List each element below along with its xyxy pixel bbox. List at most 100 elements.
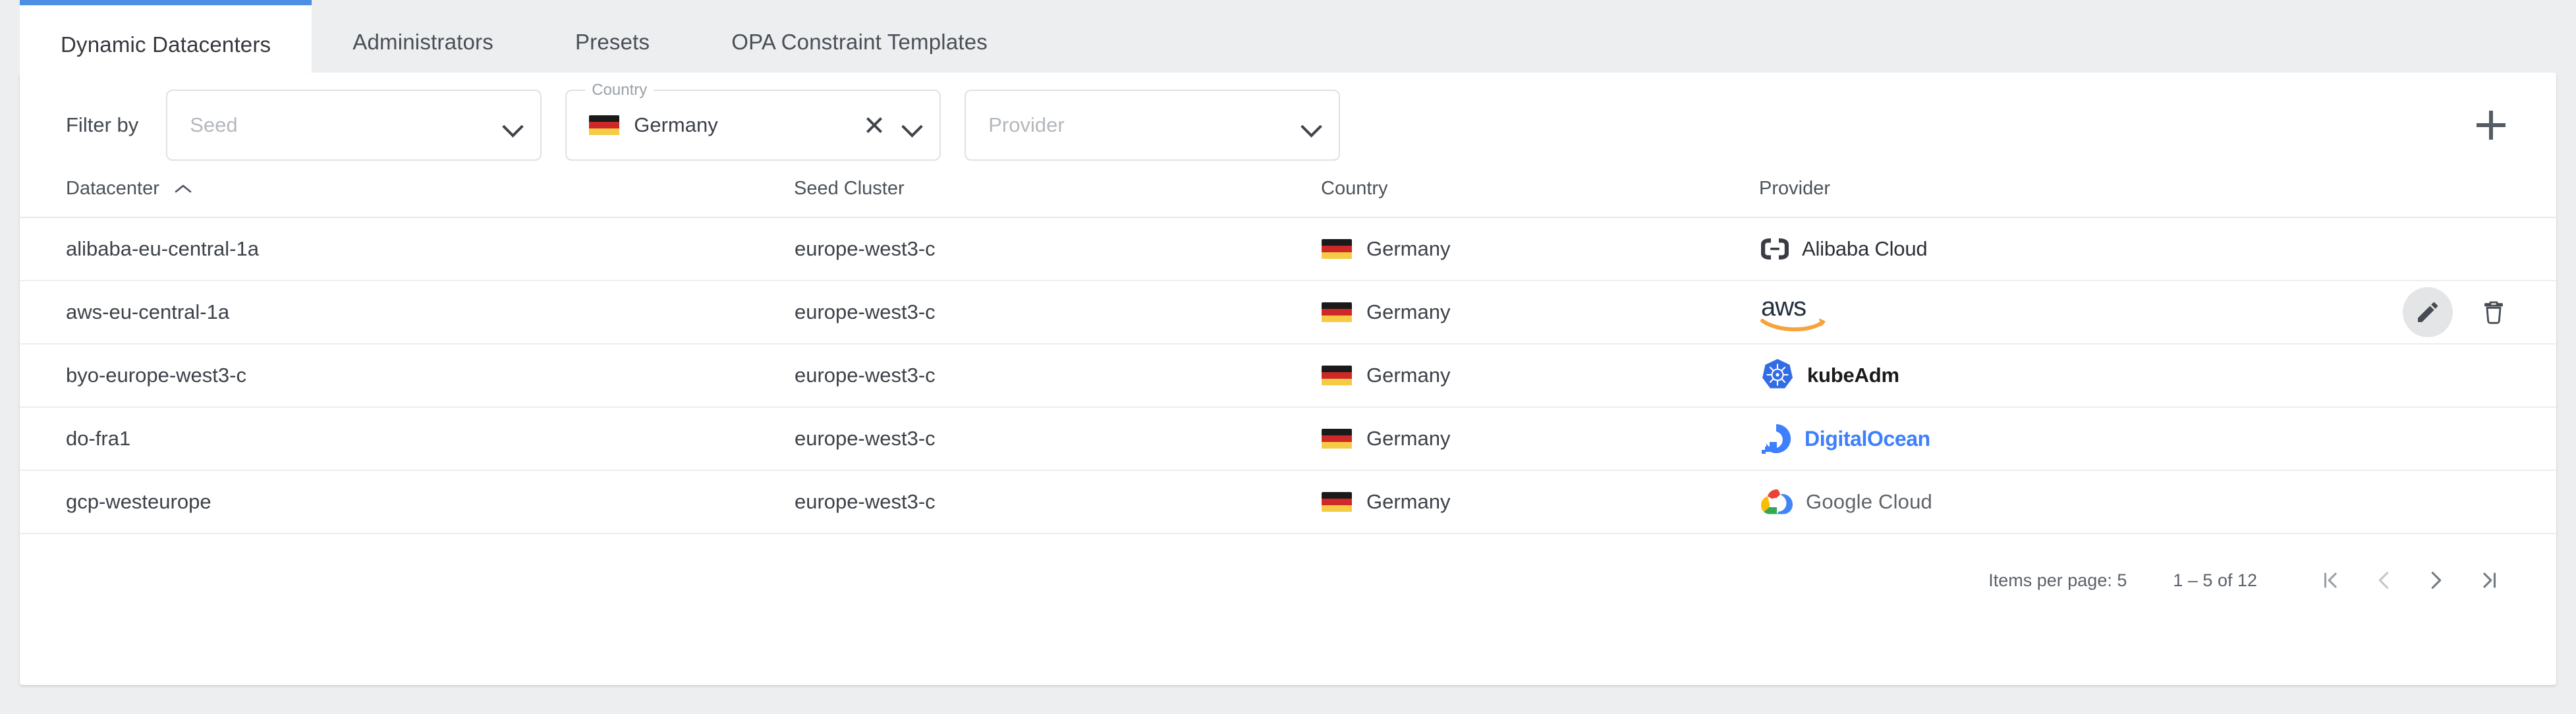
- google-cloud-logo: Google Cloud: [1760, 487, 1932, 517]
- provider-filter-placeholder: Provider: [988, 113, 1065, 136]
- delete-icon[interactable]: [2469, 287, 2519, 337]
- row-actions: [2403, 287, 2556, 337]
- items-per-page-value: 5: [2117, 570, 2127, 590]
- chevron-down-icon: [503, 115, 523, 135]
- tab-label: Presets: [574, 30, 650, 54]
- country-name: Germany: [1366, 300, 1451, 323]
- page-root: Dynamic Datacenters Administrators Prese…: [0, 0, 2576, 714]
- tab-presets[interactable]: Presets: [534, 0, 690, 84]
- table-row[interactable]: gcp-westeurope europe-west3-c Germany Go…: [20, 470, 2556, 534]
- cell-country: Germany: [1321, 217, 1759, 281]
- cell-country: Germany: [1321, 344, 1759, 408]
- cell-seed-cluster: europe-west3-c: [794, 344, 1321, 408]
- table-paginator: Items per page: 5 1 – 5 of 12: [20, 534, 2556, 626]
- cell-country: Germany: [1321, 470, 1759, 534]
- column-header-provider[interactable]: Provider: [1759, 178, 2556, 218]
- cell-provider: aws aws: [1759, 281, 2556, 344]
- provider-name: kubeAdm: [1807, 364, 1899, 387]
- alibaba-cloud-logo: Alibaba Cloud: [1760, 237, 1928, 261]
- seed-filter-select[interactable]: Seed: [166, 90, 542, 161]
- provider-filter-select[interactable]: Provider: [965, 90, 1341, 161]
- aws-logo: aws aws: [1760, 292, 1834, 333]
- table-row[interactable]: byo-europe-west3-c europe-west3-c German…: [20, 344, 2556, 408]
- de-flag-icon: [1322, 365, 1352, 386]
- svg-text:aws: aws: [1761, 292, 1806, 321]
- tab-administrators[interactable]: Administrators: [312, 0, 534, 84]
- country-name: Germany: [1366, 490, 1451, 513]
- country-name: Germany: [1366, 427, 1451, 450]
- plus-icon: [2477, 111, 2506, 140]
- cell-seed-cluster: europe-west3-c: [794, 281, 1321, 344]
- last-page-icon[interactable]: [2463, 554, 2515, 607]
- country-name: Germany: [1366, 364, 1451, 387]
- close-icon[interactable]: [863, 114, 885, 136]
- page-range-label: 1 – 5 of 12: [2173, 570, 2257, 590]
- tab-label: Dynamic Datacenters: [61, 32, 271, 57]
- tab-label: OPA Constraint Templates: [731, 30, 988, 54]
- seed-filter-placeholder: Seed: [190, 113, 238, 136]
- de-flag-icon: [1322, 491, 1352, 512]
- cell-country: Germany: [1321, 407, 1759, 471]
- filter-toolbar: Filter by Seed Country Germany Provider: [20, 72, 2556, 178]
- column-header-label: Datacenter: [66, 178, 159, 199]
- chevron-down-icon: [903, 115, 922, 135]
- country-name: Germany: [1366, 237, 1451, 260]
- provider-name: DigitalOcean: [1805, 426, 1930, 451]
- cell-provider: Google Cloud: [1759, 470, 2556, 534]
- tab-bar: Dynamic Datacenters Administrators Prese…: [0, 0, 2576, 86]
- cell-country: Germany: [1321, 281, 1759, 344]
- provider-name: Alibaba Cloud: [1802, 237, 1928, 260]
- table-row[interactable]: aws-eu-central-1a europe-west3-c Germany: [20, 281, 2556, 344]
- sort-ascending-icon: [174, 184, 192, 194]
- add-datacenter-button[interactable]: [2469, 103, 2513, 147]
- cell-provider: DigitalOcean: [1759, 407, 2556, 471]
- country-filter-value-wrap: Germany: [589, 113, 863, 137]
- chevron-down-icon: [1302, 115, 1322, 135]
- cell-seed-cluster: europe-west3-c: [794, 470, 1321, 534]
- de-flag-icon: [1322, 428, 1352, 449]
- table-head: Datacenter Seed Cluster Country Provider: [20, 178, 2556, 218]
- table-row[interactable]: alibaba-eu-central-1a europe-west3-c Ger…: [20, 217, 2556, 281]
- cell-seed-cluster: europe-west3-c: [794, 217, 1321, 281]
- table-body: alibaba-eu-central-1a europe-west3-c Ger…: [20, 217, 2556, 534]
- next-page-icon[interactable]: [2410, 554, 2463, 607]
- items-per-page[interactable]: Items per page: 5: [1988, 570, 2127, 591]
- column-header-label: Provider: [1759, 178, 1830, 199]
- column-header-seed-cluster[interactable]: Seed Cluster: [794, 178, 1321, 218]
- datacenters-card: Filter by Seed Country Germany Provider: [20, 72, 2556, 685]
- cell-datacenter: alibaba-eu-central-1a: [20, 217, 794, 281]
- alibaba-cloud-mark: [1761, 238, 1789, 260]
- cell-datacenter: do-fra1: [20, 407, 794, 471]
- edit-icon[interactable]: [2403, 287, 2453, 337]
- items-per-page-label: Items per page:: [1988, 570, 2112, 590]
- provider-name: Google Cloud: [1806, 490, 1932, 513]
- cell-provider: Alibaba Cloud: [1759, 217, 2556, 281]
- table-header-row: Datacenter Seed Cluster Country Provider: [20, 178, 2556, 218]
- country-filter-value: Germany: [634, 113, 718, 136]
- filter-by-label: Filter by: [66, 113, 139, 136]
- first-page-icon[interactable]: [2305, 554, 2357, 607]
- kubernetes-logo: kubeAdm: [1760, 358, 1899, 393]
- previous-page-icon[interactable]: [2357, 554, 2410, 607]
- digitalocean-logo: DigitalOcean: [1760, 422, 1930, 455]
- de-flag-icon: [589, 115, 620, 136]
- de-flag-icon: [1322, 238, 1352, 260]
- cell-datacenter: byo-europe-west3-c: [20, 344, 794, 408]
- digitalocean-mark: [1762, 424, 1791, 454]
- country-filter-label: Country: [585, 81, 654, 99]
- kubernetes-mark: [1762, 359, 1793, 389]
- cell-seed-cluster: europe-west3-c: [794, 407, 1321, 471]
- tab-opa-constraint-templates[interactable]: OPA Constraint Templates: [690, 0, 1028, 84]
- column-header-datacenter[interactable]: Datacenter: [20, 178, 794, 218]
- google-cloud-mark: [1761, 489, 1793, 514]
- aws-mark: aws: [1760, 292, 1826, 332]
- cell-datacenter: aws-eu-central-1a: [20, 281, 794, 344]
- country-filter-select[interactable]: Country Germany: [565, 81, 941, 161]
- datacenters-table: Datacenter Seed Cluster Country Provider: [20, 178, 2556, 534]
- de-flag-icon: [1322, 302, 1352, 323]
- table-row[interactable]: do-fra1 europe-west3-c Germany DigitalOc…: [20, 407, 2556, 471]
- column-header-country[interactable]: Country: [1321, 178, 1759, 218]
- cell-provider: kubeAdm: [1759, 344, 2556, 408]
- column-header-label: Country: [1321, 178, 1388, 199]
- tab-dynamic-datacenters[interactable]: Dynamic Datacenters: [20, 0, 312, 86]
